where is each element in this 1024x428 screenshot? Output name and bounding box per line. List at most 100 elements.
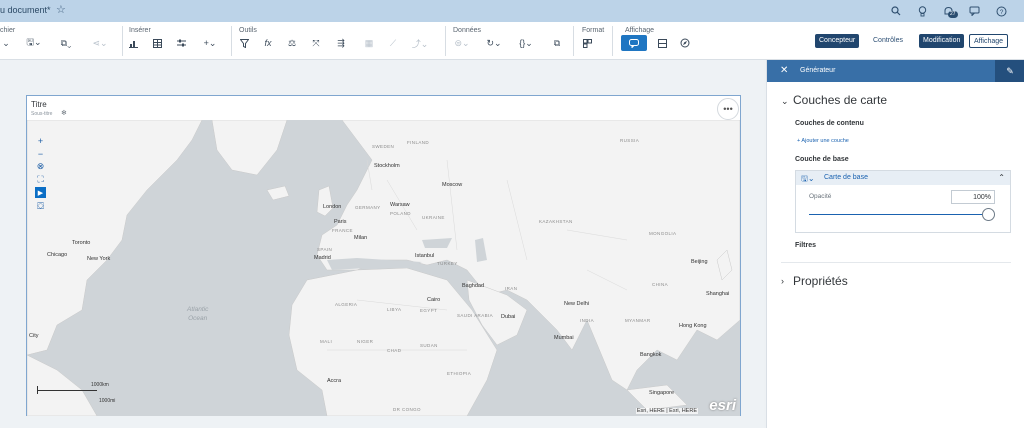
edit-mode-button[interactable]: Modification bbox=[919, 34, 965, 48]
zoom-in-button[interactable]: + bbox=[35, 135, 46, 146]
comment-icon[interactable] bbox=[621, 35, 647, 51]
widget-title[interactable]: Titre bbox=[31, 100, 47, 109]
insert-filter-control-icon[interactable] bbox=[174, 36, 188, 50]
layout-panel-icon[interactable] bbox=[655, 36, 669, 50]
opacity-input[interactable]: 100% bbox=[951, 190, 995, 204]
fullscreen-button[interactable]: ⛶ bbox=[35, 174, 46, 185]
data-options-icon[interactable] bbox=[525, 36, 545, 50]
styling-icon[interactable] bbox=[580, 36, 594, 50]
city-label: Mumbai bbox=[554, 335, 574, 341]
linked-analysis-icon[interactable]: ⇶ bbox=[333, 36, 349, 50]
geo-map-widget[interactable]: Titre Sous-titre ❄ ••• + − ⊗ ⛶ ▶ ⛋ Stock… bbox=[26, 95, 741, 416]
opacity-slider-track[interactable] bbox=[809, 214, 989, 215]
basemap-layer-header[interactable]: 🖫⌄ Carte de base ⌃ bbox=[796, 171, 1010, 185]
builder-panel-header: ✕ Générateur ✎ bbox=[767, 60, 1024, 82]
zoom-out-button[interactable]: − bbox=[35, 148, 46, 159]
home-extent-button[interactable]: ⊗ bbox=[35, 161, 46, 172]
copy-icon[interactable]: ⧉⌄ bbox=[56, 36, 76, 50]
country-label: KAZAKHSTAN bbox=[539, 219, 573, 224]
toolbar-separator bbox=[612, 26, 613, 56]
copy-data-icon[interactable]: ⧉ bbox=[550, 36, 564, 50]
content-layers-label: Couches de contenu bbox=[795, 120, 864, 127]
calculation-icon[interactable]: ⚖ bbox=[285, 36, 299, 50]
lasso-select-button[interactable]: ⛋ bbox=[35, 201, 46, 212]
designer-mode-button[interactable]: Concepteur bbox=[815, 34, 860, 48]
trend-icon[interactable]: ⤴⌄ bbox=[409, 36, 431, 50]
fit-to-screen-icon[interactable]: ⤧ bbox=[309, 36, 323, 50]
map-layers-section-title[interactable]: Couches de carte bbox=[793, 93, 887, 107]
widget-subtitle[interactable]: Sous-titre bbox=[31, 111, 52, 117]
toolbar-separator bbox=[445, 26, 446, 56]
country-label: NIGER bbox=[357, 339, 374, 344]
chevron-right-icon[interactable]: › bbox=[781, 276, 784, 286]
insert-group-label: Insérer bbox=[129, 27, 151, 34]
select-mode-button[interactable]: ▶ bbox=[35, 187, 46, 198]
chevron-up-icon[interactable]: ⌃ bbox=[998, 173, 1005, 182]
save-icon[interactable]: 🖫⌄ bbox=[25, 36, 43, 50]
widget-settings-icon[interactable]: ❄ bbox=[61, 109, 67, 117]
predictive-icon[interactable]: ⟋ bbox=[386, 36, 400, 50]
opacity-label: Opacité bbox=[809, 193, 832, 200]
insert-table-icon[interactable] bbox=[150, 36, 164, 50]
basemap-name[interactable]: Carte de base bbox=[824, 174, 868, 181]
city-label: Warsaw bbox=[390, 202, 410, 208]
country-label: MONGOLIA bbox=[649, 231, 677, 236]
help-icon[interactable]: ? bbox=[993, 3, 1009, 19]
toolbar-separator bbox=[573, 26, 574, 56]
city-label: Istanbul bbox=[415, 253, 435, 259]
filter-icon[interactable] bbox=[237, 36, 251, 50]
toolbar-separator bbox=[231, 26, 232, 56]
country-label: GERMANY bbox=[355, 205, 381, 210]
city-label: Stockholm bbox=[374, 163, 400, 169]
basemap-icon[interactable]: 🖫⌄ bbox=[801, 173, 815, 187]
view-mode-button[interactable]: Affichage bbox=[969, 34, 1009, 48]
country-label: TURKEY bbox=[437, 261, 458, 266]
tools-group-label: Outils bbox=[239, 27, 257, 34]
svg-text:?: ? bbox=[999, 9, 1003, 16]
styling-pen-icon[interactable]: ✎ bbox=[995, 60, 1024, 82]
city-label: Shanghai bbox=[706, 291, 730, 297]
scale-bar-tick bbox=[37, 386, 38, 394]
country-label: CHAD bbox=[387, 348, 402, 353]
properties-section-title[interactable]: Propriétés bbox=[793, 274, 848, 288]
smart-insights-icon[interactable]: ▦ bbox=[362, 36, 376, 50]
map-view[interactable]: + − ⊗ ⛶ ▶ ⛋ Stockholm Moscow London Wars… bbox=[27, 120, 740, 416]
city-label: Chicago bbox=[47, 252, 68, 258]
file-menu-chevron-icon[interactable]: ⌄ bbox=[0, 36, 12, 50]
controls-mode-button[interactable]: Contrôles bbox=[869, 34, 907, 48]
country-label: ALGERIA bbox=[335, 302, 358, 307]
feedback-icon[interactable] bbox=[966, 3, 982, 19]
insert-add-icon[interactable]: +⌄ bbox=[199, 36, 221, 50]
more-actions-button[interactable]: ••• bbox=[717, 98, 739, 120]
city-label: Accra bbox=[327, 378, 342, 384]
country-label: DR CONGO bbox=[393, 407, 421, 412]
search-icon[interactable] bbox=[888, 3, 904, 19]
main-toolbar: chier ⌄ 🖫⌄ ⧉⌄ ⋖⌄ Insérer +⌄ Outils fx ⚖ … bbox=[0, 22, 1024, 60]
lightbulb-icon[interactable] bbox=[914, 3, 930, 19]
country-label: MYANMAR bbox=[625, 318, 651, 323]
city-label: Singapore bbox=[649, 390, 675, 396]
country-label: FINLAND bbox=[407, 140, 430, 145]
city-label: Milan bbox=[354, 235, 368, 241]
ocean-label: Atlantic Ocean bbox=[187, 306, 209, 322]
city-label: London bbox=[323, 204, 342, 210]
add-layer-link[interactable]: + Ajouter une couche bbox=[797, 138, 849, 144]
favorite-star-icon[interactable]: ☆ bbox=[56, 3, 66, 16]
country-label: UKRAINE bbox=[422, 215, 445, 220]
country-label: SAUDI ARABIA bbox=[457, 313, 494, 318]
city-label: New Delhi bbox=[564, 301, 590, 307]
refresh-icon[interactable]: ↻⌄ bbox=[483, 36, 505, 50]
city-label: Beijing bbox=[691, 259, 708, 265]
base-layer-label: Couche de base bbox=[795, 156, 849, 163]
insert-chart-icon[interactable] bbox=[126, 36, 140, 50]
opacity-slider-handle[interactable] bbox=[982, 208, 995, 221]
country-label: CHINA bbox=[652, 282, 669, 287]
share-icon[interactable]: ⋖⌄ bbox=[90, 36, 110, 50]
country-label: SWEDEN bbox=[372, 144, 395, 149]
display-group-label: Affichage bbox=[625, 27, 655, 34]
chevron-down-icon[interactable]: ⌄ bbox=[781, 96, 789, 107]
data-source-icon[interactable]: ⊜⌄ bbox=[451, 36, 473, 50]
filters-label[interactable]: Filtres bbox=[795, 242, 816, 249]
formula-icon[interactable]: fx bbox=[261, 36, 275, 50]
explorer-compass-icon[interactable] bbox=[678, 36, 692, 50]
